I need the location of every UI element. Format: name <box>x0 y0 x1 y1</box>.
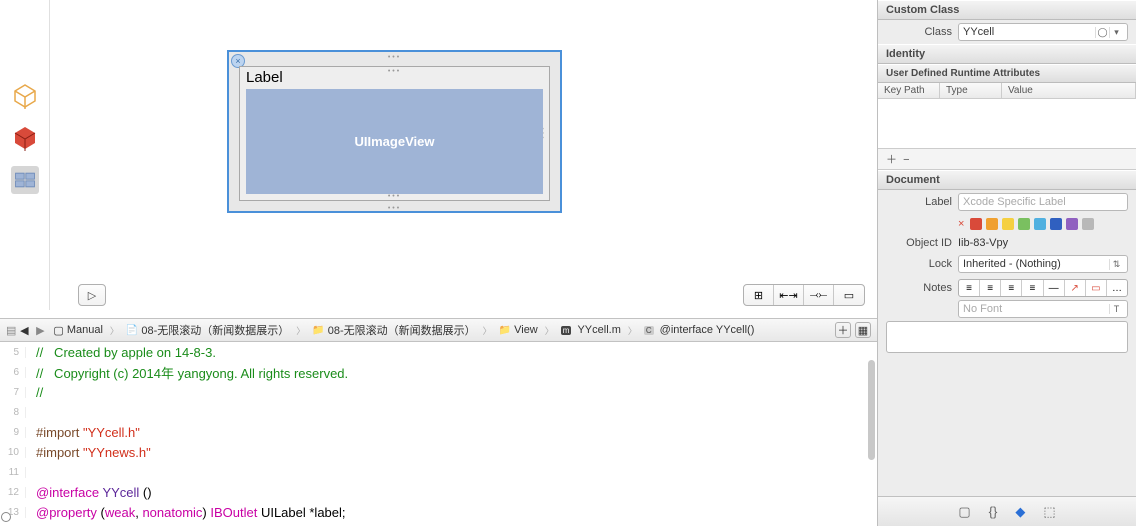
lock-select[interactable]: Inherited - (Nothing) ⇅ <box>958 255 1128 273</box>
label-label: Label <box>886 196 952 208</box>
attr-table-body[interactable] <box>878 99 1136 149</box>
align-justify-button[interactable]: ≡ <box>1022 280 1043 296</box>
breadcrumb[interactable]: 📄08-无限滚动（新闻数据展示） <box>121 322 294 338</box>
code-line[interactable]: 8 <box>0 402 877 422</box>
breadcrumb[interactable]: 📁View <box>494 324 543 336</box>
thumbnails-icon[interactable] <box>11 166 39 194</box>
code-line[interactable]: 12@interface YYcell () <box>0 482 877 502</box>
code-line[interactable]: 9#import "YYcell.h" <box>0 422 877 442</box>
swatch-cyan[interactable] <box>1034 218 1046 230</box>
content-view[interactable]: ••• ••• ••• ••• Label UIImageView <box>239 66 550 201</box>
jump-bar: ▤ ◀ ▶ ▢ Manual 〉 📄08-无限滚动（新闻数据展示） 〉 📁08-… <box>0 318 877 342</box>
inspector-panel: Custom Class Class YYcell ◯▾ Identity Us… <box>877 0 1136 526</box>
color-swatches: × <box>878 214 1136 234</box>
clear-color-icon[interactable]: × <box>958 218 964 230</box>
uilabel-placeholder[interactable]: Label <box>246 69 283 86</box>
align-left-button[interactable]: ≡ <box>959 280 980 296</box>
align-right-button[interactable]: ≡ <box>1001 280 1022 296</box>
code-line[interactable]: 6// Copyright (c) 2014年 yangyong. All ri… <box>0 362 877 382</box>
circle-icon[interactable]: ◯ <box>1095 27 1109 38</box>
more-button[interactable]: … <box>1107 280 1127 296</box>
resize-grip-bottom[interactable]: ••• <box>388 205 401 212</box>
library-rail <box>0 0 50 310</box>
class-field[interactable]: YYcell ◯▾ <box>958 23 1128 41</box>
constraints-button-group: ⊞ ⇤⇥ ⤙⤚ ▭ <box>743 284 865 306</box>
label-field[interactable]: Xcode Specific Label <box>958 193 1128 211</box>
inspector-bottom-tabs: ▢ {} ◆ ⬚ <box>878 496 1136 526</box>
add-attr-button[interactable]: ＋ <box>886 154 897 166</box>
breakpoint-indicator[interactable] <box>1 512 11 522</box>
swatch-green[interactable] <box>1018 218 1030 230</box>
nav-forward-button[interactable]: ▶ <box>32 324 48 337</box>
grip-icon: ••• <box>388 193 401 200</box>
grip-icon: ••• <box>388 68 401 75</box>
add-remove-row: ＋ − <box>878 149 1136 170</box>
breadcrumb[interactable]: 📁08-无限滚动（新闻数据展示） <box>307 322 480 338</box>
breadcrumb[interactable]: mYYcell.m <box>556 324 626 336</box>
swatch-yellow[interactable] <box>1002 218 1014 230</box>
dash-button[interactable]: — <box>1044 280 1065 296</box>
align-button[interactable]: ⊞ <box>744 285 774 305</box>
swatch-red[interactable] <box>970 218 982 230</box>
resize-grip-top[interactable]: ••• <box>388 54 401 61</box>
cube-solid-icon[interactable] <box>11 124 39 152</box>
close-editor-button[interactable]: ▦ <box>855 322 871 338</box>
code-line[interactable]: 11 <box>0 462 877 482</box>
remove-attr-button[interactable]: − <box>903 154 909 166</box>
resize-button[interactable]: ▭ <box>834 285 864 305</box>
runtime-attrs-header: User Defined Runtime Attributes <box>878 64 1136 83</box>
stepper-icon[interactable]: ⇅ <box>1109 259 1123 270</box>
attr-table-header: Key Path Type Value <box>878 83 1136 99</box>
code-line[interactable]: 14@property (weak, nonatomic) IBOutlet U… <box>0 522 877 526</box>
media-tab-icon[interactable]: ⬚ <box>1043 504 1055 520</box>
font-picker-icon[interactable]: T <box>1109 304 1123 314</box>
code-line[interactable]: 7// <box>0 382 877 402</box>
play-button[interactable]: ▷ <box>78 284 106 306</box>
breadcrumb[interactable]: C@interface YYcell() <box>639 324 760 336</box>
notes-label: Notes <box>886 282 952 294</box>
code-line[interactable]: 13@property (weak, nonatomic) IBOutlet U… <box>0 502 877 522</box>
object-tab-icon[interactable]: ◆ <box>1015 504 1025 520</box>
cube-wire-icon[interactable] <box>11 82 39 110</box>
object-id-value: Iib-83-Vpy <box>958 237 1128 249</box>
scrollbar[interactable] <box>867 360 877 500</box>
add-editor-button[interactable]: ＋ <box>835 322 851 338</box>
related-items-icon[interactable]: ▤ <box>6 324 16 337</box>
file-tab-icon[interactable]: ▢ <box>958 504 970 520</box>
identity-header: Identity <box>878 44 1136 64</box>
swatch-orange[interactable] <box>986 218 998 230</box>
pin-button[interactable]: ⇤⇥ <box>774 285 804 305</box>
class-label: Class <box>886 26 952 38</box>
code-line[interactable]: 10#import "YYnews.h" <box>0 442 877 462</box>
align-center-button[interactable]: ≡ <box>980 280 1001 296</box>
code-line[interactable]: 5// Created by apple on 14-8-3. <box>0 342 877 362</box>
interface-builder-canvas[interactable]: × ••• ••• ••• ••• ••• ••• Label UIImageV… <box>50 0 877 310</box>
font-field[interactable]: No Font T <box>958 300 1128 318</box>
swatch-purple[interactable] <box>1066 218 1078 230</box>
custom-class-header: Custom Class <box>878 0 1136 20</box>
uiimageview-placeholder[interactable]: UIImageView <box>246 89 543 194</box>
resolve-button[interactable]: ⤙⤚ <box>804 285 834 305</box>
assistant-mode[interactable]: ▢ Manual <box>48 324 107 337</box>
code-tab-icon[interactable]: {} <box>989 504 998 519</box>
object-id-label: Object ID <box>886 237 952 249</box>
notes-textarea[interactable] <box>886 321 1128 353</box>
swatch-gray[interactable] <box>1082 218 1094 230</box>
nav-back-button[interactable]: ◀ <box>16 324 32 337</box>
image-button[interactable]: ▭ <box>1086 280 1107 296</box>
document-header: Document <box>878 170 1136 190</box>
canvas-toolbar: ▷ ⊞ ⇤⇥ ⤙⤚ ▭ <box>50 280 877 310</box>
notes-format-segments: ≡ ≡ ≡ ≡ — ↗ ▭ … <box>958 279 1128 297</box>
lock-label: Lock <box>886 258 952 270</box>
yycell-view[interactable]: × ••• ••• ••• ••• ••• ••• Label UIImageV… <box>227 50 562 213</box>
code-editor[interactable]: 5// Created by apple on 14-8-3.6// Copyr… <box>0 342 877 526</box>
chevron-down-icon[interactable]: ▾ <box>1109 27 1123 38</box>
link-button[interactable]: ↗ <box>1065 280 1086 296</box>
swatch-blue[interactable] <box>1050 218 1062 230</box>
